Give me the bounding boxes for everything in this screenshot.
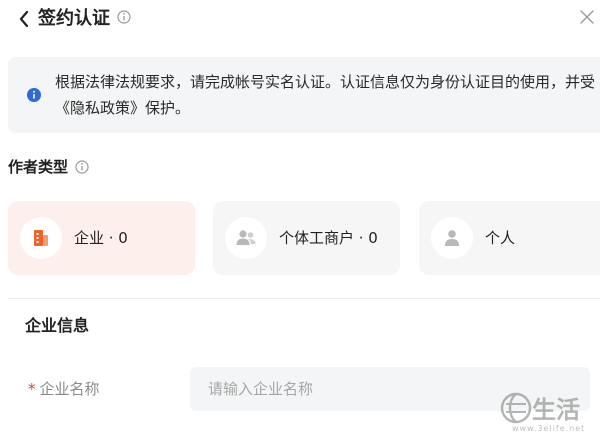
option-icon-wrap — [225, 217, 267, 259]
back-button[interactable] — [14, 8, 34, 30]
page-title: 签约认证 — [38, 8, 110, 29]
author-type-option-personal[interactable]: 个人 — [419, 201, 600, 275]
enterprise-info-title: 企业信息 — [25, 316, 90, 335]
users-icon — [236, 230, 256, 245]
option-label: 企业 · 0 — [74, 229, 128, 247]
watermark-logo-icon — [500, 392, 532, 424]
company-name-label: * 企业名称 — [28, 378, 100, 400]
watermark-url: www.3elife.net — [512, 424, 586, 433]
option-label: 个人 — [485, 229, 516, 247]
info-circle-icon[interactable] — [117, 10, 131, 24]
chevron-left-icon — [19, 11, 29, 27]
company-name-label-text: 企业名称 — [39, 380, 100, 398]
close-icon — [580, 10, 594, 24]
page-header: 签约认证 — [0, 0, 600, 40]
site-watermark: 生活 www.3elife.net — [498, 388, 598, 436]
required-mark: * — [28, 380, 36, 398]
info-filled-icon — [27, 88, 41, 102]
notice-text: 根据法律法规要求，请完成帐号实名认证。认证信息仅为身份认证目的使用，并受《隐私政… — [55, 73, 596, 117]
verification-notice: 根据法律法规要求，请完成帐号实名认证。认证信息仅为身份认证目的使用，并受《隐私政… — [8, 57, 600, 133]
option-icon-wrap — [431, 217, 473, 259]
author-type-option-individual-business[interactable]: 个体工商户 · 0 — [213, 201, 400, 275]
building-icon — [34, 230, 48, 246]
option-icon-wrap — [20, 217, 62, 259]
author-type-label: 作者类型 — [8, 158, 69, 176]
section-divider — [8, 298, 600, 299]
info-circle-icon[interactable] — [75, 160, 89, 174]
close-button[interactable] — [578, 8, 596, 26]
option-label: 个体工商户 · 0 — [279, 229, 378, 247]
user-icon — [445, 230, 459, 246]
author-type-option-enterprise[interactable]: 企业 · 0 — [8, 201, 195, 275]
watermark-text: 生活 — [532, 395, 580, 424]
